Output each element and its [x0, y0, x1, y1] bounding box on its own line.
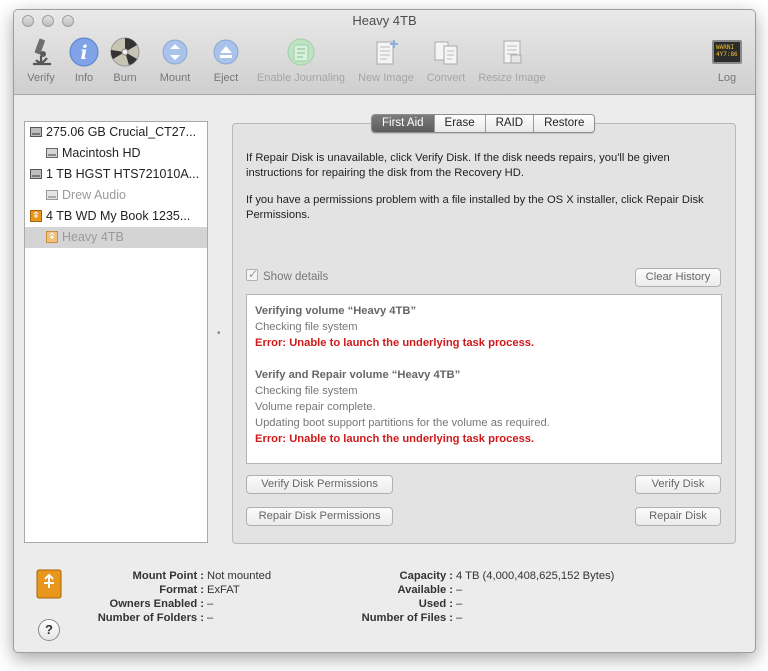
verify-disk-button[interactable]: Verify Disk	[635, 475, 721, 494]
format-value: ExFAT	[207, 584, 240, 596]
external-volume-icon	[46, 231, 58, 243]
tab-erase[interactable]: Erase	[433, 115, 485, 132]
toolbar-new-image[interactable]: New Image	[356, 36, 416, 86]
tab-restore[interactable]: Restore	[533, 115, 595, 132]
log-line: Updating boot support partitions for the…	[255, 417, 550, 429]
available-value: –	[456, 584, 463, 596]
owners-enabled-value: –	[207, 598, 214, 610]
sidebar-item-crucial-disk[interactable]: 275.06 GB Crucial_CT27...	[25, 122, 207, 143]
capacity-label: Capacity :	[399, 570, 453, 582]
toolbar-label: Mount	[159, 72, 191, 84]
window-title: Heavy 4TB	[352, 13, 417, 28]
clear-history-button[interactable]: Clear History	[635, 268, 721, 287]
toolbar-label: Resize Image	[478, 72, 546, 84]
number-of-files-value: –	[456, 612, 463, 624]
volume-icon	[46, 148, 58, 158]
toolbar-label: New Image	[358, 72, 414, 84]
available-label: Available :	[397, 584, 453, 596]
convert-icon	[434, 41, 458, 65]
toolbar-info[interactable]: i Info	[68, 36, 100, 86]
toolbar-label: Log	[717, 72, 737, 84]
disk-list-sidebar[interactable]: 275.06 GB Crucial_CT27... Macintosh HD 1…	[24, 121, 208, 543]
toolbar-verify[interactable]: Verify	[22, 36, 60, 86]
microscope-icon	[33, 38, 51, 66]
sidebar-item-label: Macintosh HD	[62, 146, 141, 160]
permissions-instructions: If you have a permissions problem with a…	[246, 194, 704, 221]
toolbar-label: Burn	[113, 72, 137, 84]
used-value: –	[456, 598, 463, 610]
toolbar-label: Verify	[27, 72, 55, 84]
log-line: Checking file system	[255, 385, 358, 397]
svg-text:i: i	[80, 42, 87, 64]
number-of-files-label: Number of Files :	[361, 612, 453, 624]
log-line: Checking file system	[255, 321, 358, 333]
eject-icon	[213, 39, 239, 65]
internal-disk-icon	[30, 169, 42, 179]
toolbar-enable-journaling[interactable]: Enable Journaling	[254, 36, 348, 86]
log-line-error: Error: Unable to launch the underlying t…	[255, 433, 535, 445]
number-of-folders-value: –	[207, 612, 214, 624]
info-icon: i	[69, 37, 99, 67]
split-view-handle[interactable]: •	[217, 328, 221, 339]
sidebar-item-drew-audio[interactable]: Drew Audio	[25, 185, 207, 206]
toolbar-eject[interactable]: Eject	[208, 36, 244, 86]
verify-disk-permissions-button[interactable]: Verify Disk Permissions	[246, 475, 393, 494]
external-disk-icon	[30, 210, 42, 222]
sidebar-item-hgst-disk[interactable]: 1 TB HGST HTS721010A...	[25, 164, 207, 185]
help-button[interactable]: ?	[38, 619, 60, 641]
repair-disk-permissions-button[interactable]: Repair Disk Permissions	[246, 507, 393, 526]
toolbar-label: Enable Journaling	[256, 72, 346, 84]
burn-icon	[110, 37, 140, 67]
sidebar-item-label: 4 TB WD My Book 1235...	[46, 209, 191, 223]
log-line: Verify and Repair volume “Heavy 4TB”	[255, 369, 461, 381]
volume-icon	[46, 190, 58, 200]
mount-point-value: Not mounted	[207, 570, 272, 582]
new-image-icon	[376, 40, 398, 65]
toolbar-burn[interactable]: Burn	[108, 36, 142, 86]
toolbar-convert[interactable]: Convert	[424, 36, 468, 86]
toolbar-mount[interactable]: Mount	[154, 36, 196, 86]
internal-disk-icon	[30, 127, 42, 137]
toolbar-resize-image[interactable]: Resize Image	[476, 36, 548, 86]
log-screen-text: WARNI 4Y7:86	[716, 44, 738, 58]
repair-disk-instructions: If Repair Disk is unavailable, click Ver…	[246, 152, 670, 179]
sidebar-item-wd-my-book[interactable]: 4 TB WD My Book 1235...	[25, 206, 207, 227]
tab-raid[interactable]: RAID	[484, 115, 534, 132]
toolbar-label: Info	[74, 72, 94, 84]
mount-icon	[162, 39, 188, 65]
repair-disk-button[interactable]: Repair Disk	[635, 507, 721, 526]
format-label: Format :	[159, 584, 204, 596]
log-line-error: Error: Unable to launch the underlying t…	[255, 337, 535, 349]
tab-first-aid[interactable]: First Aid	[372, 115, 434, 132]
toolbar-log[interactable]: WARNI 4Y7:86 Log	[710, 36, 744, 86]
sidebar-item-label: Heavy 4TB	[62, 230, 124, 244]
mount-point-label: Mount Point :	[132, 570, 204, 582]
log-line: Volume repair complete.	[255, 401, 376, 413]
used-label: Used :	[418, 598, 453, 610]
external-drive-icon	[36, 569, 62, 599]
resize-image-icon	[503, 40, 522, 64]
toolbar-label: Convert	[426, 72, 466, 84]
log-line: Verifying volume “Heavy 4TB”	[255, 305, 417, 317]
sidebar-item-label: Drew Audio	[62, 188, 126, 202]
sidebar-item-label: 275.06 GB Crucial_CT27...	[46, 125, 197, 139]
details-log[interactable]: Verifying volume “Heavy 4TB” Checking fi…	[246, 294, 722, 464]
show-details-label: Show details	[263, 271, 329, 283]
disk-utility-window: Heavy 4TB Verify i Info Burn Mount Eject…	[13, 9, 756, 653]
titlebar: Heavy 4TB Verify i Info Burn Mount Eject…	[14, 10, 755, 95]
sidebar-item-label: 1 TB HGST HTS721010A...	[46, 167, 200, 181]
log-icon: WARNI 4Y7:86	[712, 40, 742, 64]
sidebar-item-macintosh-hd[interactable]: Macintosh HD	[25, 143, 207, 164]
journaling-icon	[287, 38, 315, 66]
sidebar-item-heavy-4tb[interactable]: Heavy 4TB	[25, 227, 207, 248]
owners-enabled-label: Owners Enabled :	[109, 598, 205, 610]
tab-bar: First Aid Erase RAID Restore	[371, 114, 596, 133]
capacity-value: 4 TB (4,000,408,625,152 Bytes)	[456, 570, 615, 582]
show-details-checkbox[interactable]	[246, 267, 258, 281]
toolbar-label: Eject	[213, 72, 239, 84]
number-of-folders-label: Number of Folders :	[97, 612, 204, 624]
